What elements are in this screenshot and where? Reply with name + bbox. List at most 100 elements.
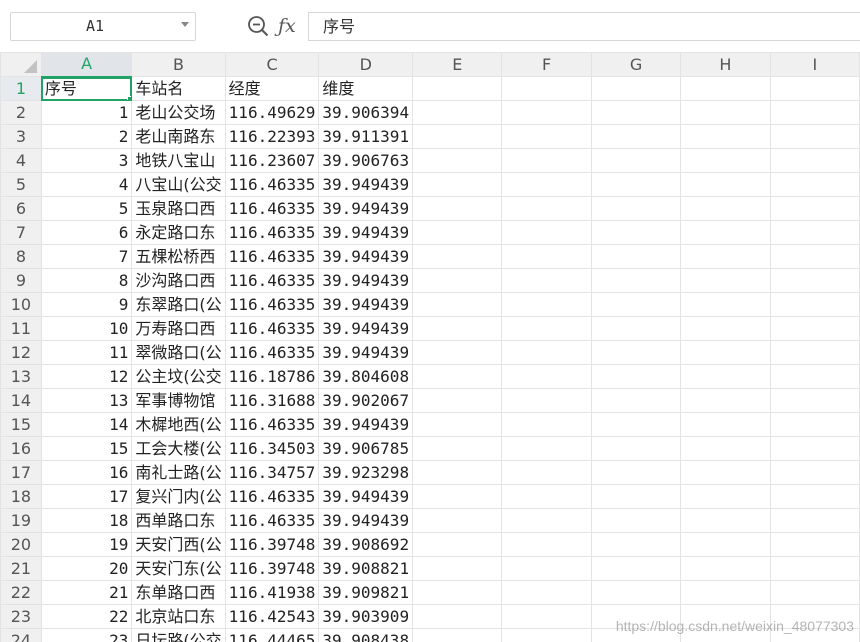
cell-b10[interactable]: 东翠路口(公 [131, 292, 226, 317]
empty-cell[interactable] [680, 436, 771, 461]
cell-a4[interactable]: 3 [40, 148, 133, 173]
empty-cell[interactable] [680, 460, 771, 485]
row-header[interactable]: 10 [0, 292, 42, 317]
select-all-corner[interactable] [0, 52, 42, 77]
cell-c8[interactable]: 116.46335 [224, 244, 320, 269]
empty-cell[interactable] [501, 148, 592, 173]
empty-cell[interactable] [680, 124, 771, 149]
empty-cell[interactable] [680, 148, 771, 173]
cell-c14[interactable]: 116.31688 [224, 388, 320, 413]
row-header[interactable]: 11 [0, 316, 42, 341]
empty-cell[interactable] [590, 460, 682, 485]
empty-cell[interactable] [680, 364, 771, 389]
cell-a5[interactable]: 4 [40, 172, 133, 197]
empty-cell[interactable] [412, 436, 503, 461]
cell-d20[interactable]: 39.908692 [318, 532, 414, 557]
empty-cell[interactable] [769, 316, 860, 341]
cell-a9[interactable]: 8 [40, 268, 133, 293]
empty-cell[interactable] [769, 244, 860, 269]
cell-a8[interactable]: 7 [40, 244, 133, 269]
empty-cell[interactable] [769, 484, 860, 509]
cell-c17[interactable]: 116.34757 [224, 460, 320, 485]
cell-b20[interactable]: 天安门西(公 [131, 532, 226, 557]
cell-d18[interactable]: 39.949439 [318, 484, 414, 509]
empty-cell[interactable] [501, 340, 592, 365]
empty-cell[interactable] [769, 340, 860, 365]
empty-cell[interactable] [769, 364, 860, 389]
empty-cell[interactable] [680, 340, 771, 365]
cell-d19[interactable]: 39.949439 [318, 508, 414, 533]
empty-cell[interactable] [501, 172, 592, 197]
empty-cell[interactable] [501, 244, 592, 269]
empty-cell[interactable] [501, 436, 592, 461]
row-header[interactable]: 4 [0, 148, 42, 173]
cell-a21[interactable]: 20 [40, 556, 133, 581]
cell-d17[interactable]: 39.923298 [318, 460, 414, 485]
empty-cell[interactable] [769, 436, 860, 461]
cell-b19[interactable]: 西单路口东 [131, 508, 226, 533]
cell-d5[interactable]: 39.949439 [318, 172, 414, 197]
cell-a16[interactable]: 15 [40, 436, 133, 461]
empty-cell[interactable] [680, 316, 771, 341]
empty-cell[interactable] [412, 268, 503, 293]
empty-cell[interactable] [680, 76, 771, 101]
active-cell-a1[interactable]: 序号 [40, 76, 133, 101]
empty-cell[interactable] [501, 268, 592, 293]
empty-cell[interactable] [412, 172, 503, 197]
cell-a19[interactable]: 18 [40, 508, 133, 533]
row-header[interactable]: 20 [0, 532, 42, 557]
cell-c7[interactable]: 116.46335 [224, 220, 320, 245]
empty-cell[interactable] [769, 268, 860, 293]
cell-a15[interactable]: 14 [40, 412, 133, 437]
empty-cell[interactable] [769, 100, 860, 125]
empty-cell[interactable] [769, 76, 860, 101]
cell-b2[interactable]: 老山公交场 [131, 100, 226, 125]
row-header[interactable]: 13 [0, 364, 42, 389]
empty-cell[interactable] [769, 148, 860, 173]
empty-cell[interactable] [412, 340, 503, 365]
cell-c6[interactable]: 116.46335 [224, 196, 320, 221]
cell-b14[interactable]: 军事博物馆 [131, 388, 226, 413]
empty-cell[interactable] [590, 220, 682, 245]
empty-cell[interactable] [769, 532, 860, 557]
empty-cell[interactable] [412, 412, 503, 437]
empty-cell[interactable] [590, 532, 682, 557]
empty-cell[interactable] [412, 220, 503, 245]
empty-cell[interactable] [590, 340, 682, 365]
cell-b1[interactable]: 车站名 [131, 76, 226, 101]
empty-cell[interactable] [590, 292, 682, 317]
empty-cell[interactable] [501, 220, 592, 245]
column-header-c[interactable]: C [224, 52, 320, 77]
empty-cell[interactable] [590, 628, 682, 642]
row-header[interactable]: 1 [0, 76, 42, 101]
empty-cell[interactable] [769, 412, 860, 437]
cell-b13[interactable]: 公主坟(公交 [131, 364, 226, 389]
cell-d6[interactable]: 39.949439 [318, 196, 414, 221]
empty-cell[interactable] [412, 532, 503, 557]
cell-d13[interactable]: 39.804608 [318, 364, 414, 389]
column-header-f[interactable]: F [501, 52, 592, 77]
empty-cell[interactable] [412, 124, 503, 149]
row-header[interactable]: 17 [0, 460, 42, 485]
name-box-value[interactable]: A1 [11, 13, 179, 40]
row-header[interactable]: 15 [0, 412, 42, 437]
cell-d22[interactable]: 39.909821 [318, 580, 414, 605]
cell-d14[interactable]: 39.902067 [318, 388, 414, 413]
empty-cell[interactable] [769, 508, 860, 533]
empty-cell[interactable] [680, 484, 771, 509]
column-header-b[interactable]: B [131, 52, 226, 77]
empty-cell[interactable] [590, 412, 682, 437]
empty-cell[interactable] [501, 388, 592, 413]
empty-cell[interactable] [412, 148, 503, 173]
row-header[interactable]: 21 [0, 556, 42, 581]
empty-cell[interactable] [680, 172, 771, 197]
cell-a13[interactable]: 12 [40, 364, 133, 389]
empty-cell[interactable] [501, 556, 592, 581]
cell-a7[interactable]: 6 [40, 220, 133, 245]
cell-d3[interactable]: 39.911391 [318, 124, 414, 149]
chevron-down-icon[interactable] [181, 22, 189, 27]
cell-a17[interactable]: 16 [40, 460, 133, 485]
formula-input[interactable]: 序号 [308, 12, 860, 41]
empty-cell[interactable] [769, 124, 860, 149]
cell-a10[interactable]: 9 [40, 292, 133, 317]
